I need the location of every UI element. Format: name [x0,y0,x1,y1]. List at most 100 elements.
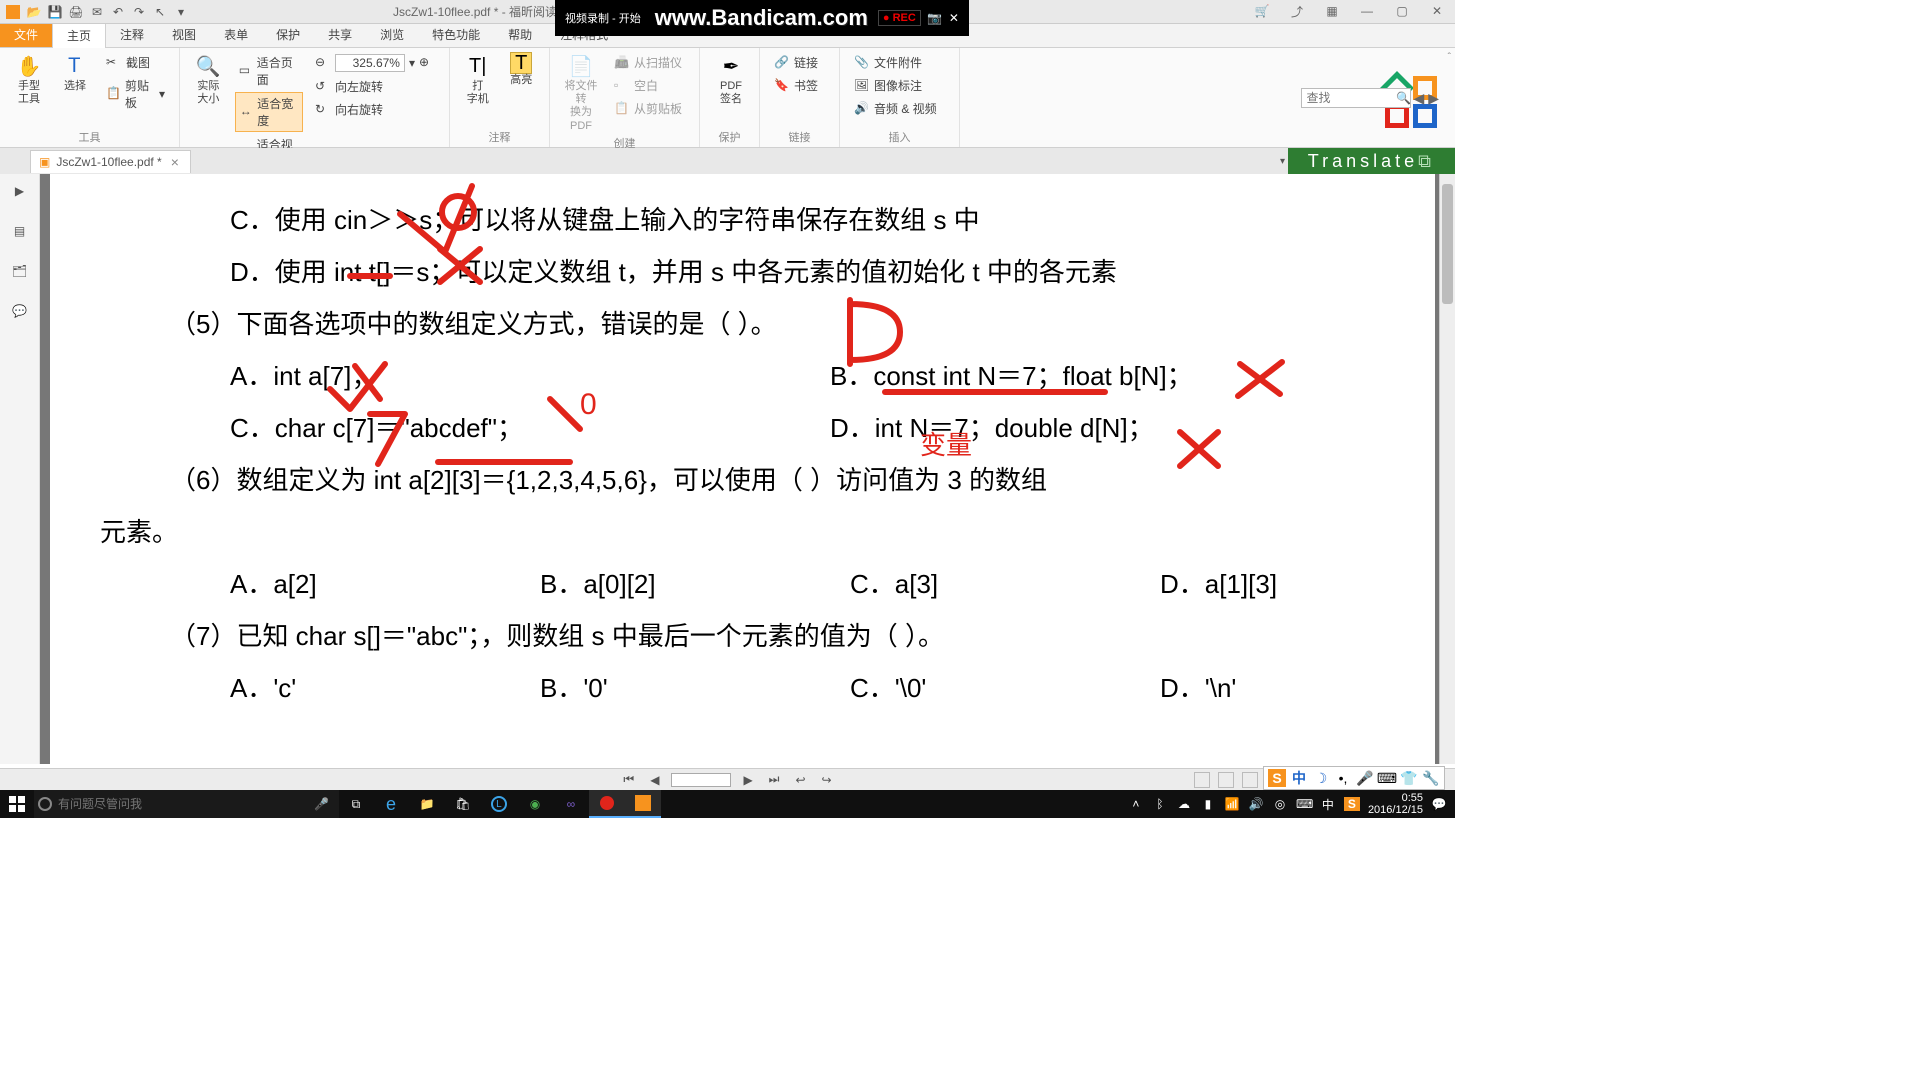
close-icon[interactable]: ✕ [1428,2,1446,20]
find-prev-icon[interactable]: ◀ [1411,90,1426,107]
rotate-left-button[interactable]: ↺向左旋转 [311,76,439,97]
vertical-scrollbar[interactable] [1439,174,1455,764]
ribbon-collapse-icon[interactable]: ˆ [1448,52,1451,63]
mail-icon[interactable]: ✉ [88,3,106,21]
find-input[interactable] [1301,88,1411,108]
first-page-icon[interactable]: ⏮ [619,772,638,787]
tab-protect[interactable]: 保护 [262,22,314,47]
search-icon[interactable]: 🔍 [1396,91,1411,105]
from-scanner-button[interactable]: 📠从扫描仪 [610,52,686,73]
tray-volume-icon[interactable]: 🔊 [1248,797,1264,811]
last-page-icon[interactable]: ⏭ [765,772,784,787]
pdf-sign-button[interactable]: ✒PDF签名 [710,52,752,106]
attach-button[interactable]: 📎文件附件 [850,52,949,73]
tray-bluetooth-icon[interactable]: ᛒ [1152,797,1168,811]
find-next-icon[interactable]: ▶ [1426,90,1441,107]
tray-keyboard-icon[interactable]: ⌨ [1296,797,1312,811]
maximize-icon[interactable]: ▢ [1393,2,1411,20]
tray-location-icon[interactable]: ◎ [1272,797,1288,811]
taskbar-app-bandicam[interactable] [589,790,625,818]
taskbar-app-store[interactable]: 🛍 [445,790,481,818]
from-clipboard-button[interactable]: 📋从剪贴板 [610,98,686,119]
tab-comment[interactable]: 注释 [106,22,158,47]
taskbar-search-input[interactable] [58,797,308,811]
tray-wifi-icon[interactable]: 📶 [1224,797,1240,811]
mic-icon[interactable]: 🎤 [314,797,329,811]
tray-onedrive-icon[interactable]: ☁ [1176,797,1192,811]
save-icon[interactable]: 💾 [46,3,64,21]
taskbar-app-360[interactable]: ◉ [517,790,553,818]
tray-battery-icon[interactable]: ▮ [1200,797,1216,811]
tray-expand-icon[interactable]: ˄ [1128,797,1144,811]
image-annot-button[interactable]: 🖼图像标注 [850,75,949,96]
continuous-page-icon[interactable] [1218,772,1234,788]
taskbar-app-foxit[interactable] [625,790,661,818]
undo-icon[interactable]: ↶ [109,3,127,21]
action-center-icon[interactable]: 💬 [1431,797,1447,811]
ime-moon-icon[interactable]: ☽ [1312,769,1330,787]
prev-page-icon[interactable]: ◀ [646,773,663,787]
fit-width-button[interactable]: ↔适合宽度 [235,92,303,132]
tab-file[interactable]: 文件 [0,22,52,47]
link-button[interactable]: 🔗链接 [770,52,829,73]
print-icon[interactable]: 🖨 [67,3,85,21]
taskbar-search[interactable]: 🎤 [34,790,339,818]
highlight-button[interactable]: T高亮 [504,52,540,106]
tray-sogou-icon[interactable]: S [1344,797,1360,811]
redo-icon[interactable]: ↷ [130,3,148,21]
page-number-input[interactable] [671,773,731,787]
screenshot-button[interactable]: ✂截图 [102,52,169,73]
bandicam-close-icon[interactable]: ✕ [945,11,963,25]
back-nav-icon[interactable]: ↩ [791,773,809,787]
ime-skin-icon[interactable]: 👕 [1400,769,1418,787]
rotate-right-button[interactable]: ↻向右旋转 [311,99,439,120]
task-view-icon[interactable]: ⧉ [339,790,373,818]
minimize-icon[interactable]: — [1358,2,1376,20]
tray-ime-icon[interactable]: 中 [1320,796,1336,813]
tab-list-icon[interactable]: ▾ [1280,156,1285,167]
zoom-input[interactable]: 325.67% [335,54,405,72]
hand-tool-button[interactable]: ✋手型工具 [10,52,48,113]
layers-panel-icon[interactable]: 🗂 [9,260,31,282]
tab-browse[interactable]: 浏览 [366,22,418,47]
page-canvas[interactable]: C．使用 cin＞＞s；可以将从键盘上输入的字符串保存在数组 s 中 D．使用 … [40,174,1455,764]
audio-video-button[interactable]: 🔊音频 & 视频 [850,98,949,119]
ime-toolbar[interactable]: S 中 ☽ •, 🎤 ⌨ 👕 🔧 [1263,766,1445,790]
scrollbar-thumb[interactable] [1442,184,1453,304]
tab-home[interactable]: 主页 [52,21,106,48]
camera-icon[interactable]: 📷 [925,11,945,25]
single-page-icon[interactable] [1194,772,1210,788]
blank-button[interactable]: ▫空白 [610,75,686,96]
select-tool-button[interactable]: Ꭲ选择 [56,52,94,113]
start-button[interactable] [0,790,34,818]
typewriter-button[interactable]: T|打字机 [460,52,496,106]
cart-icon[interactable]: 🛒 [1253,2,1271,20]
tab-help[interactable]: 帮助 [494,22,546,47]
taskbar-app-blue[interactable]: L [481,790,517,818]
tab-share[interactable]: 共享 [314,22,366,47]
upload-icon[interactable]: ⤴ [1288,2,1306,20]
expand-panel-icon[interactable]: ▶ [9,180,31,202]
zoom-level[interactable]: ⊖325.67%▾⊕ [311,52,439,74]
record-indicator[interactable]: ● REC [878,10,921,26]
ime-mic-icon[interactable]: 🎤 [1356,769,1374,787]
bookmark-button[interactable]: 🔖书签 [770,75,829,96]
open-icon[interactable]: 📂 [25,3,43,21]
comments-panel-icon[interactable]: 💬 [9,300,31,322]
grid-icon[interactable]: ▦ [1323,2,1341,20]
ime-settings-icon[interactable]: 🔧 [1422,769,1440,787]
taskbar-app-vs[interactable]: ∞ [553,790,589,818]
sogou-icon[interactable]: S [1268,769,1286,787]
ime-lang-icon[interactable]: 中 [1290,769,1308,787]
forward-nav-icon[interactable]: ↪ [818,773,836,787]
tab-close-icon[interactable]: × [168,154,182,170]
clipboard-button[interactable]: 📋剪贴板 ▾ [102,75,169,113]
ime-keyboard-icon[interactable]: ⌨ [1378,769,1396,787]
taskbar-app-edge[interactable]: e [373,790,409,818]
taskbar-clock[interactable]: 0:55 2016/12/15 [1368,792,1423,816]
next-page-icon[interactable]: ▶ [739,773,756,787]
facing-page-icon[interactable] [1242,772,1258,788]
translate-button[interactable]: Translate ⧉ [1288,148,1455,174]
actual-size-button[interactable]: 🔍实际大小 [190,52,227,106]
tab-view[interactable]: 视图 [158,22,210,47]
